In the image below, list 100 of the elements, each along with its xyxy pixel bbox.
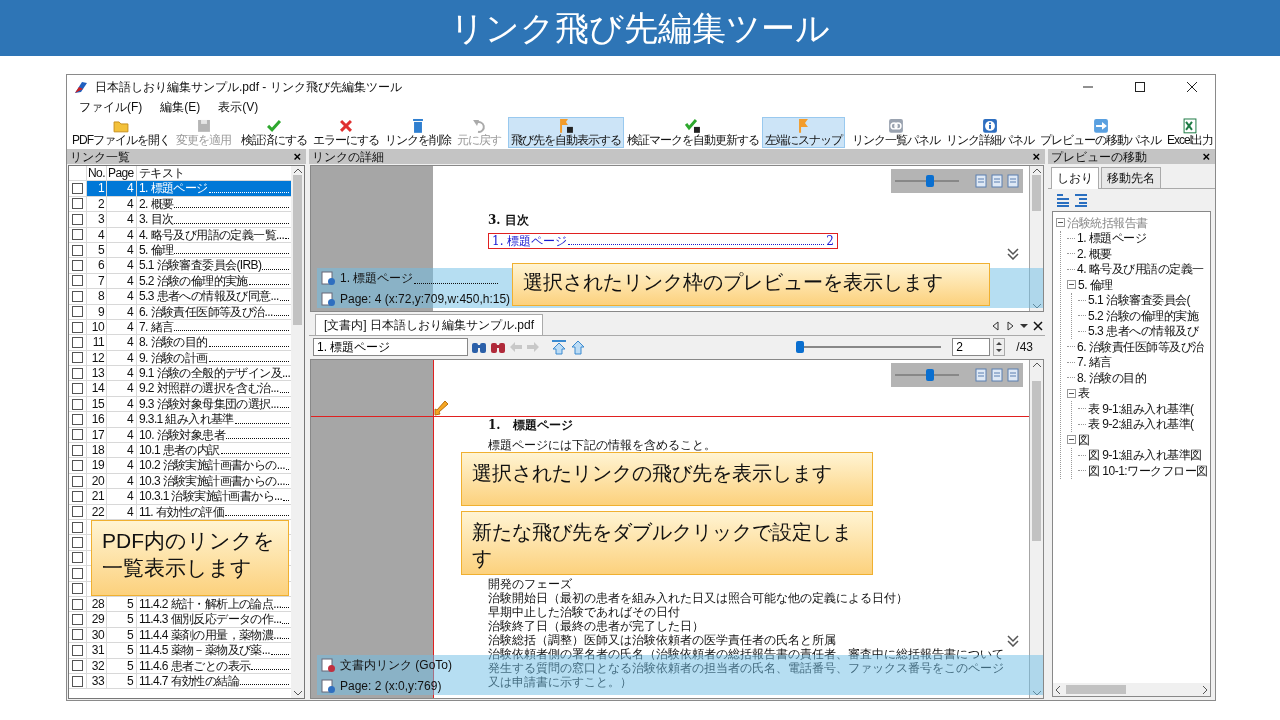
scroll-down-icon[interactable] — [1032, 691, 1041, 696]
checkbox[interactable] — [72, 475, 83, 487]
table-row[interactable]: 33 5 11.4.7 有効性の結論 — [69, 673, 291, 690]
table-row[interactable]: 17 4 10. 治験対象患者 — [69, 427, 291, 444]
toolbar-button[interactable]: Excel出力 — [1164, 117, 1215, 148]
table-row[interactable]: 20 4 10.3 治験実施計画書からの... — [69, 473, 291, 490]
close-button[interactable]: × — [291, 150, 303, 163]
document-tab[interactable]: [文書内] 日本語しおり編集サンプル.pdf — [315, 314, 544, 335]
toolbar-button[interactable]: 検証済にする — [238, 117, 310, 148]
table-row[interactable]: 31 5 11.4.5 薬物－薬物及び薬... — [69, 643, 291, 659]
checkbox[interactable] — [72, 598, 83, 610]
scroll-down-icon[interactable] — [1032, 304, 1041, 309]
checkbox[interactable] — [72, 629, 83, 641]
info-icon[interactable] — [982, 118, 998, 134]
scroll-up-icon[interactable] — [1032, 362, 1041, 367]
table-row[interactable]: 29 5 11.4.3 個別反応データの作... — [69, 612, 291, 628]
checkbox[interactable] — [72, 644, 83, 656]
checkbox[interactable] — [72, 521, 83, 533]
table-row[interactable]: 12 4 9. 治験の計画 — [69, 350, 291, 367]
table-row[interactable]: 14 4 9.2 対照群の選択を含む治... — [69, 381, 291, 397]
column-header[interactable]: テキスト — [137, 166, 291, 181]
table-row[interactable]: 18 4 10.1 患者の内訳 — [69, 443, 291, 459]
checkbox[interactable] — [72, 460, 83, 472]
checkbox[interactable] — [72, 367, 83, 379]
vertical-scrollbar[interactable] — [1030, 166, 1043, 311]
table-row[interactable]: 10 4 7. 緒言 — [69, 319, 291, 336]
checkbox[interactable] — [72, 260, 83, 272]
vertical-scrollbar[interactable] — [291, 166, 304, 698]
table-row[interactable]: 8 4 5.3 患者への情報及び同意... — [69, 289, 291, 305]
table-row[interactable]: 1 4 1. 標題ページ — [69, 181, 291, 197]
checkbox[interactable] — [72, 506, 83, 518]
table-row[interactable]: 32 5 11.4.6 患者ごとの表示 — [69, 658, 291, 674]
checkbox[interactable] — [72, 398, 83, 410]
close-button[interactable]: × — [1030, 150, 1042, 163]
slider-thumb[interactable] — [926, 369, 935, 381]
checkbox[interactable] — [72, 383, 83, 395]
checkbox[interactable] — [72, 583, 83, 595]
maximize-icon[interactable] — [1133, 80, 1147, 93]
scrollbar-thumb[interactable] — [1032, 175, 1041, 211]
check-icon[interactable] — [685, 118, 701, 134]
chain-link-icon[interactable] — [888, 118, 904, 134]
close-icon[interactable] — [1033, 321, 1043, 331]
scroll-up-icon[interactable] — [1032, 168, 1041, 173]
checkbox[interactable] — [72, 675, 83, 687]
cross-icon[interactable] — [338, 118, 354, 134]
checkbox[interactable] — [72, 660, 83, 672]
binoculars-icon[interactable] — [471, 340, 487, 354]
dropdown-icon[interactable] — [1019, 321, 1029, 331]
table-row[interactable]: 4 4 4. 略号及び用語の定義一覧... — [69, 227, 291, 243]
table-row[interactable]: 21 4 10.3.1 治験実施計画書から... — [69, 489, 291, 505]
checkbox[interactable] — [72, 614, 83, 625]
checkbox[interactable] — [72, 429, 83, 441]
slider-thumb[interactable] — [796, 341, 805, 353]
toolbar-button[interactable]: リンク詳細パネル — [943, 117, 1037, 148]
slider-thumb[interactable] — [926, 175, 935, 187]
toolbar-button[interactable]: 検証マークを自動更新する — [624, 117, 762, 148]
toolbar-button[interactable]: PDFファイルを開く — [69, 117, 173, 148]
collapse-all-icon[interactable] — [1074, 193, 1088, 207]
collapse-toggle-icon[interactable] — [1067, 435, 1076, 445]
checkbox[interactable] — [72, 490, 83, 502]
toolbar-button[interactable]: プレビューの移動パネル — [1037, 117, 1164, 148]
tree-item[interactable]: 治験統括報告書 — [1067, 213, 1148, 232]
double-chevron-icon[interactable] — [1007, 635, 1019, 647]
checkbox[interactable] — [72, 321, 83, 333]
close-button[interactable]: × — [1200, 150, 1212, 163]
table-row[interactable]: 2 4 2. 概要 — [69, 196, 291, 213]
checkbox[interactable] — [72, 352, 83, 364]
check-icon[interactable] — [266, 118, 282, 134]
horizontal-scrollbar[interactable] — [1053, 683, 1210, 696]
table-row[interactable]: 3 4 3. 目次 — [69, 212, 291, 228]
checkbox[interactable] — [72, 229, 83, 241]
column-header[interactable]: No. — [87, 166, 107, 181]
scrollbar-thumb[interactable] — [1032, 381, 1041, 541]
flag-icon[interactable] — [558, 118, 574, 134]
spreadsheet-icon[interactable] — [1182, 118, 1199, 134]
collapse-toggle-icon[interactable] — [1067, 388, 1076, 398]
tab[interactable]: 移動先名 — [1101, 167, 1161, 188]
scroll-up-icon[interactable] — [293, 168, 302, 173]
tab[interactable]: しおり — [1051, 167, 1099, 189]
binoculars-icon[interactable] — [490, 340, 506, 354]
toolbar-button[interactable]: エラーにする — [310, 117, 382, 148]
menu-item[interactable]: 編集(E) — [160, 98, 201, 116]
scroll-left-icon[interactable] — [991, 321, 1001, 331]
table-row[interactable]: 15 4 9.3 治験対象母集団の選択... — [69, 396, 291, 413]
spin-button-icon[interactable] — [993, 338, 1006, 356]
menu-item[interactable]: ファイル(F) — [79, 98, 143, 116]
close-icon[interactable] — [1185, 80, 1199, 93]
toolbar-button[interactable]: 飛び先を自動表示する — [508, 117, 624, 148]
table-row[interactable]: 5 4 5. 倫理 — [69, 242, 291, 259]
checkbox[interactable] — [72, 444, 83, 456]
table-row[interactable]: 13 4 9.1 治験の全般的デザイン及... — [69, 366, 291, 382]
table-row[interactable]: 22 4 11. 有効性の評価 — [69, 504, 291, 520]
checkbox[interactable] — [72, 290, 83, 302]
table-row[interactable]: 19 4 10.2 治験実施計画書からの... — [69, 458, 291, 474]
double-chevron-icon[interactable] — [1007, 248, 1019, 260]
table-row[interactable]: 7 4 5.2 治験の倫理的実施 — [69, 273, 291, 290]
jump-up-icon[interactable] — [570, 339, 586, 355]
table-row[interactable]: 6 4 5.1 治験審査委員会(IRB) — [69, 258, 291, 274]
scroll-down-icon[interactable] — [293, 691, 302, 696]
checkbox[interactable] — [72, 213, 83, 225]
